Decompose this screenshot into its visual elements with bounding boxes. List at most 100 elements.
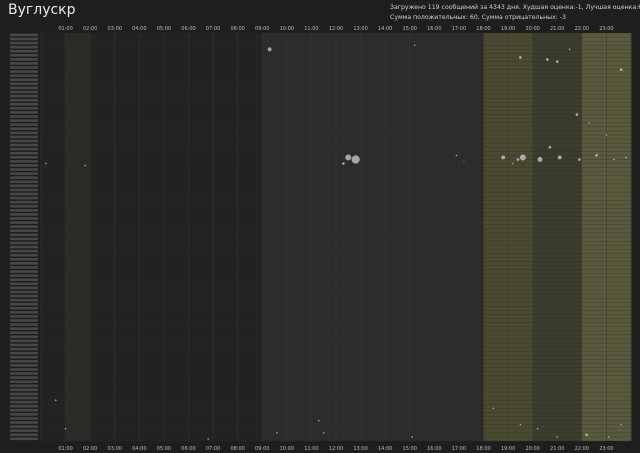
- bottom-hour-label: 02:00: [83, 446, 97, 452]
- bottom-hour-label: 03:00: [108, 446, 122, 452]
- message-point: [595, 154, 598, 157]
- date-tick: [10, 351, 38, 355]
- date-tick: [10, 396, 38, 400]
- date-tick: [10, 270, 38, 273]
- date-tick: [10, 392, 38, 396]
- date-tick: [10, 74, 38, 77]
- message-point: [276, 432, 278, 434]
- date-tick: [10, 266, 38, 269]
- app-window: Вуглускр Загружено 119 сообщений за 4343…: [0, 0, 640, 453]
- date-tick: [10, 213, 38, 216]
- message-point: [512, 162, 514, 165]
- top-hour-label: 13:00: [353, 26, 367, 32]
- message-point: [546, 58, 549, 61]
- message-point: [84, 164, 87, 167]
- bottom-hour-axis: 01:00 02:00 03:00 04:00 05:00 06:00 07:00 08:00…: [58, 446, 613, 452]
- bottom-hour-label: 17:00: [452, 446, 466, 452]
- message-point: [462, 160, 466, 163]
- top-hour-label: 08:00: [230, 26, 244, 32]
- top-hour-label: 12:00: [329, 26, 343, 32]
- date-tick: [10, 384, 38, 388]
- bottom-hour-label: 12:00: [329, 446, 343, 452]
- bottom-hour-label: 07:00: [206, 446, 220, 452]
- date-tick: [10, 168, 38, 171]
- message-point: [588, 121, 591, 124]
- date-tick: [10, 184, 38, 188]
- message-point: [317, 419, 320, 422]
- date-tick: [10, 200, 38, 204]
- message-point: [620, 423, 622, 426]
- date-tick: [10, 188, 38, 192]
- date-tick: [10, 119, 38, 122]
- date-tick: [10, 331, 38, 335]
- bottom-hour-label: 20:00: [525, 446, 539, 452]
- top-hour-label: 10:00: [280, 26, 294, 32]
- bottom-hour-label: 13:00: [353, 446, 367, 452]
- top-hour-label: 03:00: [108, 26, 122, 32]
- date-tick: [10, 107, 38, 110]
- date-tick: [10, 376, 38, 379]
- date-tick: [10, 404, 38, 408]
- date-tick: [10, 437, 38, 441]
- bottom-hour-label: 05:00: [157, 446, 171, 452]
- date-tick: [10, 319, 38, 322]
- message-point: [557, 155, 562, 160]
- top-hour-label: 06:00: [181, 26, 195, 32]
- date-tick: [10, 54, 38, 57]
- date-tick: [10, 343, 38, 347]
- date-tick: [10, 143, 38, 147]
- date-tick: [10, 327, 38, 330]
- date-tick: [10, 237, 38, 241]
- top-hour-label: 05:00: [157, 26, 171, 32]
- date-tick: [10, 425, 38, 428]
- message-point: [322, 432, 325, 434]
- message-point: [492, 407, 495, 410]
- date-tick: [10, 262, 38, 265]
- message-point: [64, 427, 67, 430]
- date-tick: [10, 156, 38, 159]
- top-hour-label: 01:00: [58, 26, 72, 32]
- bottom-hour-label: 10:00: [280, 446, 294, 452]
- date-axis: [10, 33, 38, 441]
- date-tick: [10, 204, 38, 208]
- date-tick: [10, 360, 38, 363]
- activity-chart[interactable]: 01:00 02:00 03:00 04:00 05:00 06:00 07:00 08:00…: [0, 0, 640, 453]
- date-tick: [10, 274, 38, 277]
- message-point: [575, 113, 579, 116]
- date-tick: [10, 176, 38, 179]
- bottom-hour-label: 19:00: [501, 446, 515, 452]
- top-hour-label: 14:00: [378, 26, 392, 32]
- message-point: [578, 158, 581, 161]
- date-tick: [10, 311, 38, 314]
- message-point: [548, 145, 552, 149]
- date-tick: [10, 355, 38, 359]
- date-tick: [10, 417, 38, 420]
- date-tick: [10, 70, 38, 73]
- top-hour-label: 19:00: [501, 26, 515, 32]
- date-tick: [10, 49, 38, 53]
- top-hour-label: 16:00: [427, 26, 441, 32]
- top-hour-label: 15:00: [403, 26, 417, 32]
- date-tick: [10, 151, 38, 155]
- date-tick: [10, 225, 38, 228]
- message-point: [568, 48, 571, 51]
- top-hour-label: 09:00: [255, 26, 269, 32]
- message-point: [619, 68, 623, 72]
- date-tick: [10, 45, 38, 49]
- message-point: [585, 433, 589, 437]
- message-point: [612, 158, 615, 161]
- date-tick: [10, 249, 38, 253]
- message-point: [411, 436, 414, 438]
- date-tick: [10, 241, 38, 245]
- date-tick: [10, 253, 38, 257]
- date-tick: [10, 278, 38, 281]
- date-tick: [10, 302, 38, 306]
- message-point: [536, 427, 539, 430]
- message-point: [537, 157, 543, 162]
- date-tick: [10, 315, 38, 318]
- date-tick: [10, 160, 38, 163]
- bottom-hour-label: 22:00: [575, 446, 589, 452]
- date-tick: [10, 413, 38, 416]
- date-tick: [10, 339, 38, 343]
- top-hour-label: 11:00: [304, 26, 318, 32]
